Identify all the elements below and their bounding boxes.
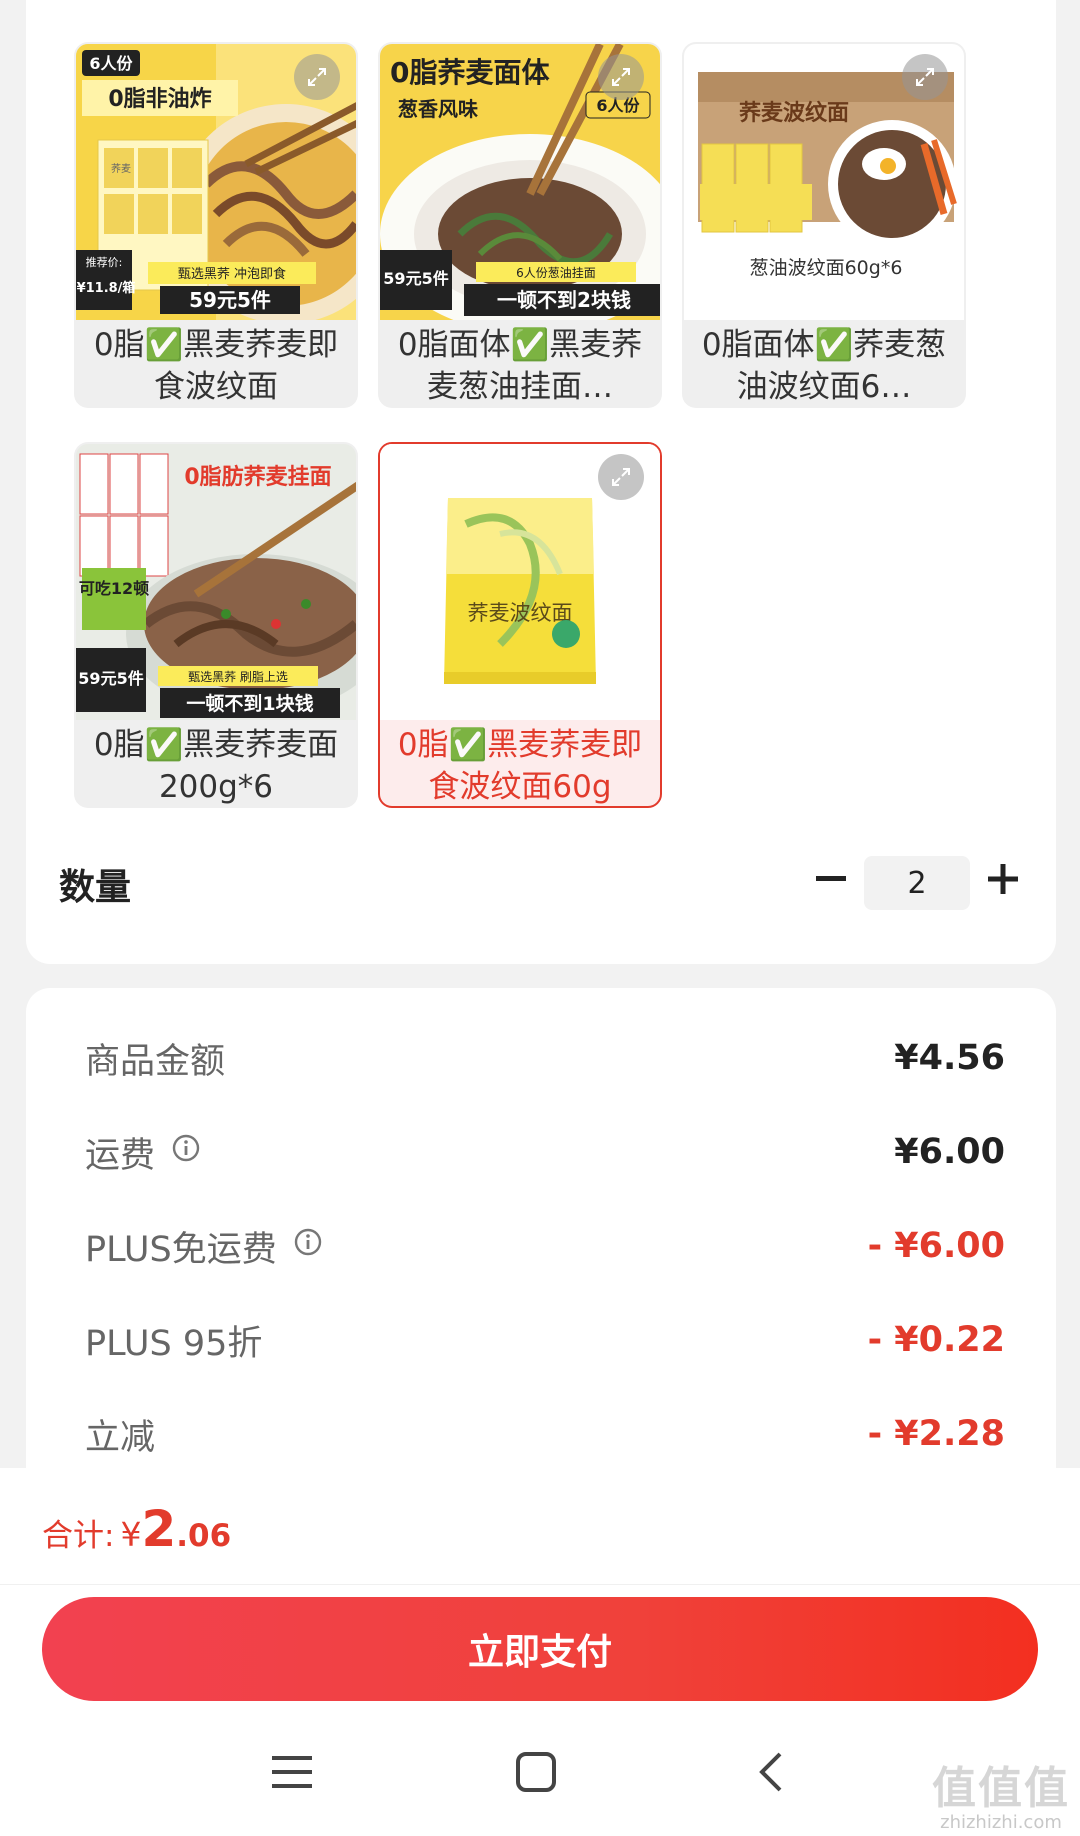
expand-icon[interactable] (294, 54, 340, 100)
svg-text:可吃12顿: 可吃12顿 (79, 579, 149, 598)
quantity-label: 数量 (59, 867, 132, 908)
price-breakdown-card: 商品金额 ¥4.56 运费 ¥6.00 PLUS免运费 - ¥6.00 PLUS… (26, 988, 1056, 1508)
total-currency: ¥ (120, 1515, 142, 1554)
variant-label: 0脂✅黑麦荞麦面200g*6 (93, 727, 339, 805)
price-row-label: 运费 (85, 1135, 156, 1176)
price-row-label: 商品金额 (85, 1041, 226, 1082)
variant-option-1[interactable]: 6人份 0脂非油炸 荞麦 推荐价: ¥11.8/箱 甄选黑荞 冲泡即食 59元5… (74, 42, 358, 408)
variant-image-4: 0脂肪荞麦挂面 可吃12顿 59元5件 甄选黑荞 刷脂上选 一顿不到1块钱 (76, 444, 356, 720)
order-total: 合计: ¥ 2 .06 (42, 1500, 231, 1558)
svg-text:¥11.8/箱: ¥11.8/箱 (77, 280, 136, 296)
plus-icon[interactable] (980, 856, 1026, 902)
svg-text:甄选黑荞 刷脂上选: 甄选黑荞 刷脂上选 (188, 669, 288, 684)
svg-text:推荐价:: 推荐价: (86, 255, 123, 269)
expand-icon[interactable] (902, 54, 948, 100)
info-icon[interactable] (293, 1226, 323, 1266)
expand-icon[interactable] (598, 54, 644, 100)
variant-label: 0脂✅黑麦荞麦即食波纹面 (93, 327, 339, 405)
price-row-value: ¥4.56 (894, 1038, 1005, 1078)
svg-text:59元5件: 59元5件 (189, 288, 271, 312)
price-row-value: - ¥0.22 (867, 1320, 1005, 1360)
svg-text:6人份葱油挂面: 6人份葱油挂面 (516, 266, 596, 280)
expand-icon[interactable] (598, 454, 644, 500)
home-icon[interactable] (516, 1742, 556, 1802)
watermark-logo-icon: 值值值 (932, 1763, 1070, 1814)
svg-text:荞麦波纹面: 荞麦波纹面 (739, 100, 849, 126)
svg-text:荞麦波纹面: 荞麦波纹面 (468, 601, 573, 625)
price-row-value: - ¥6.00 (867, 1226, 1005, 1266)
watermark: 值值值 zhizhizhi.com (932, 1752, 1070, 1833)
total-integer: 2 (141, 1500, 177, 1558)
price-row-plus-free-shipping: PLUS免运费 - ¥6.00 (85, 1216, 1005, 1276)
price-row-value: - ¥2.28 (867, 1414, 1005, 1454)
price-row-goods: 商品金额 ¥4.56 (85, 1028, 1005, 1088)
price-row-label-wrap: PLUS免运费 (85, 1216, 323, 1276)
svg-text:59元5件: 59元5件 (383, 269, 448, 288)
total-label: 合计: (42, 1518, 115, 1554)
quantity-stepper[interactable]: 2 (864, 856, 970, 910)
price-row-instant-discount: 立减 - ¥2.28 (85, 1404, 1005, 1464)
recent-apps-icon[interactable] (272, 1742, 312, 1802)
price-row-value: ¥6.00 (894, 1132, 1005, 1172)
price-row-plus-discount: PLUS 95折 - ¥0.22 (85, 1310, 1005, 1370)
back-icon[interactable] (756, 1742, 786, 1802)
minus-icon[interactable] (808, 856, 854, 902)
price-row-label: PLUS 95折 (85, 1323, 263, 1364)
svg-text:葱香风味: 葱香风味 (398, 97, 478, 121)
variant-label: 0脂面体✅黑麦荞麦葱油挂面… (397, 327, 643, 405)
svg-text:0脂荞麦面体: 0脂荞麦面体 (390, 56, 550, 89)
total-decimal: .06 (176, 1518, 232, 1554)
variant-label: 0脂✅黑麦荞麦即食波纹面60g (397, 727, 643, 805)
price-row-shipping: 运费 ¥6.00 (85, 1122, 1005, 1182)
price-row-label-wrap: 运费 (85, 1122, 201, 1182)
svg-text:0脂肪荞麦挂面: 0脂肪荞麦挂面 (184, 464, 331, 490)
pay-now-button[interactable]: 立即支付 (42, 1597, 1038, 1701)
variant-option-5[interactable]: 荞麦波纹面 0脂✅黑麦荞麦即食波纹面60g (378, 442, 662, 808)
svg-text:甄选黑荞 冲泡即食: 甄选黑荞 冲泡即食 (178, 266, 286, 282)
svg-text:一顿不到1块钱: 一顿不到1块钱 (186, 692, 313, 715)
info-icon[interactable] (171, 1132, 201, 1172)
price-row-label: PLUS免运费 (85, 1229, 277, 1270)
svg-text:6人份: 6人份 (89, 54, 133, 73)
svg-text:葱油波纹面60g*6: 葱油波纹面60g*6 (750, 257, 903, 279)
svg-text:荞麦: 荞麦 (111, 163, 131, 175)
variant-option-4[interactable]: 0脂肪荞麦挂面 可吃12顿 59元5件 甄选黑荞 刷脂上选 一顿不到1块钱 0脂… (74, 442, 358, 808)
variant-option-3[interactable]: 荞麦波纹面 葱油波纹面60g*6 0脂面体✅荞麦葱油波纹面6… (682, 42, 966, 408)
price-row-label: 立减 (85, 1417, 156, 1458)
watermark-url: zhizhizhi.com (940, 1812, 1062, 1833)
variant-label: 0脂面体✅荞麦葱油波纹面6… (701, 327, 947, 405)
variant-option-2[interactable]: 0脂荞麦面体 葱香风味 6人份 59元5件 6人份葱油挂面 一顿不到2块钱 0脂… (378, 42, 662, 408)
svg-text:59元5件: 59元5件 (78, 669, 143, 688)
svg-text:0脂非油炸: 0脂非油炸 (108, 86, 211, 112)
svg-text:一顿不到2块钱: 一顿不到2块钱 (497, 288, 631, 312)
divider (0, 1584, 1080, 1585)
